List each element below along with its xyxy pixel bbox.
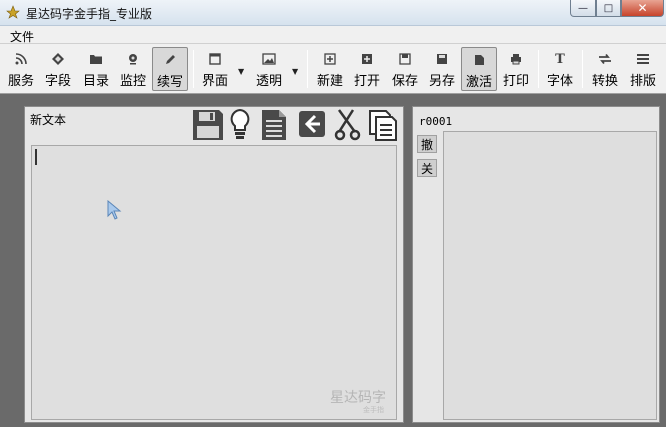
save-as-icon xyxy=(434,51,450,67)
toolbar-new-button[interactable]: 新建 xyxy=(315,47,345,91)
toolbar-separator xyxy=(307,50,308,88)
text-caret xyxy=(35,149,37,165)
save-icon xyxy=(397,51,413,67)
close-button[interactable]: ✕ xyxy=(621,0,664,17)
toolbar-interface-button[interactable]: 界面 xyxy=(200,47,230,91)
toolbar-label: 打印 xyxy=(502,74,529,89)
toolbar-label: 转换 xyxy=(591,74,618,89)
app-logo-icon xyxy=(6,5,20,19)
toolbar: 服务 字段 目录 监控 续写 界面 ▼ 透明 ▼ 新建 打开 保存 另存 激活 … xyxy=(0,44,666,94)
watermark: 星达码字 xyxy=(330,390,386,406)
toolbar-separator xyxy=(538,50,539,88)
toolbar-label: 排版 xyxy=(629,74,656,89)
toolbar-label: 保存 xyxy=(391,74,418,89)
toolbar-separator xyxy=(193,50,194,88)
toolbar-label: 界面 xyxy=(201,74,228,89)
toolbar-label: 目录 xyxy=(82,74,109,89)
window-title: 星达码字金手指_专业版 xyxy=(26,7,153,21)
toolbar-layout-button[interactable]: 排版 xyxy=(627,47,659,91)
toolbar-label: 监控 xyxy=(119,74,146,89)
toolbar-label: 续写 xyxy=(156,75,183,90)
minimize-button[interactable]: — xyxy=(570,0,596,17)
layout-icon xyxy=(635,51,651,67)
document-title: 新文本 xyxy=(30,113,67,127)
lightbulb-icon[interactable] xyxy=(228,108,252,142)
toolbar-save-as-button[interactable]: 另存 xyxy=(427,47,457,91)
toolbar-catalog-button[interactable]: 目录 xyxy=(81,47,111,91)
transparency-dropdown-arrow-icon[interactable]: ▼ xyxy=(292,67,298,76)
document-icon[interactable] xyxy=(259,108,289,142)
toolbar-save-button[interactable]: 保存 xyxy=(390,47,420,91)
document-panel: 新文本 星达码字 金手指 xyxy=(24,106,404,423)
toolbar-fields-button[interactable]: 字段 xyxy=(43,47,73,91)
title-bar: 星达码字金手指_专业版 — □ ✕ xyxy=(0,0,666,26)
rss-icon xyxy=(13,51,29,67)
side-panel-title: r0001 xyxy=(419,115,453,128)
side-panel-list[interactable] xyxy=(443,131,657,420)
maximize-button[interactable]: □ xyxy=(596,0,621,17)
copy-document-icon[interactable] xyxy=(366,108,400,142)
toolbar-label: 字体 xyxy=(546,74,573,89)
convert-icon xyxy=(597,51,613,67)
toolbar-continue-writing-button[interactable]: 续写 xyxy=(152,47,188,91)
back-arrow-icon[interactable] xyxy=(298,110,326,138)
menu-file[interactable]: 文件 xyxy=(10,28,34,45)
toolbar-font-button[interactable]: T 字体 xyxy=(545,47,575,91)
toolbar-separator xyxy=(582,50,583,88)
toolbar-label: 透明 xyxy=(255,74,282,89)
printer-icon xyxy=(508,51,524,67)
save-document-icon[interactable] xyxy=(191,108,225,142)
folder-icon xyxy=(88,51,104,67)
toolbar-transparency-button[interactable]: 透明 xyxy=(254,47,284,91)
activate-icon xyxy=(471,52,487,68)
toolbar-activate-button[interactable]: 激活 xyxy=(461,47,497,91)
text-editor[interactable]: 星达码字 金手指 xyxy=(31,145,397,420)
toolbar-label: 打开 xyxy=(353,74,380,89)
side-panel: r0001 撤 关 xyxy=(412,106,660,423)
interface-dropdown-arrow-icon[interactable]: ▼ xyxy=(238,67,244,76)
toolbar-label: 激活 xyxy=(465,75,492,90)
window-icon xyxy=(207,51,223,67)
toolbar-label: 字段 xyxy=(44,74,71,89)
font-icon: T xyxy=(555,51,565,67)
toolbar-label: 另存 xyxy=(428,74,455,89)
monitor-icon xyxy=(125,51,141,67)
close-panel-button[interactable]: 关 xyxy=(417,159,437,177)
menu-bar: 文件 xyxy=(0,26,666,44)
toolbar-convert-button[interactable]: 转换 xyxy=(590,47,620,91)
scissors-icon[interactable] xyxy=(333,108,367,142)
watermark-sub: 金手指 xyxy=(363,406,384,414)
toolbar-label: 服务 xyxy=(7,74,34,89)
toolbar-service-button[interactable]: 服务 xyxy=(6,47,36,91)
toolbar-label: 新建 xyxy=(316,74,343,89)
toolbar-monitor-button[interactable]: 监控 xyxy=(118,47,148,91)
open-icon xyxy=(359,51,375,67)
toolbar-print-button[interactable]: 打印 xyxy=(501,47,531,91)
toolbar-open-button[interactable]: 打开 xyxy=(352,47,382,91)
mouse-cursor-icon xyxy=(107,200,122,220)
diamond-icon xyxy=(50,51,66,67)
undo-button[interactable]: 撤 xyxy=(417,135,437,153)
plus-square-icon xyxy=(322,51,338,67)
pen-icon xyxy=(162,52,178,68)
image-icon xyxy=(261,51,277,67)
